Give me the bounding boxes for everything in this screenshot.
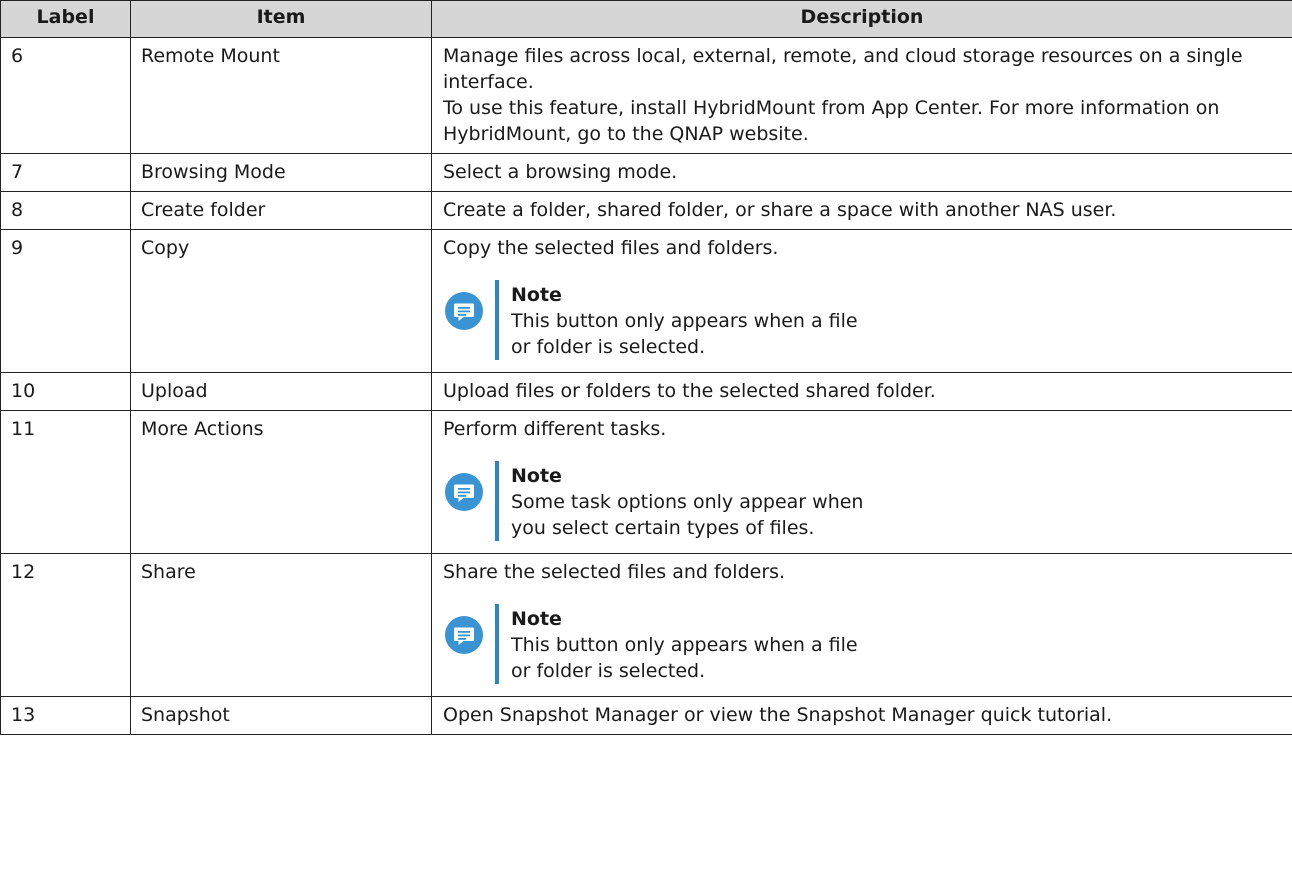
row-item: Upload (130, 372, 432, 411)
description-paragraph: Manage files across local, external, rem… (443, 45, 1243, 93)
note-accent-bar (495, 280, 499, 360)
note-text: This button only appears when a file or … (511, 310, 858, 358)
row-label: 11 (0, 410, 131, 554)
header-item: Item (130, 0, 432, 38)
note-body: Note Some task options only appear when y… (511, 461, 871, 541)
note-text: This button only appears when a file or … (511, 634, 858, 682)
table-header-row: Label Item Description (0, 0, 1292, 38)
row-item: Remote Mount (130, 37, 432, 154)
row-label: 9 (0, 229, 131, 373)
note-accent-bar (495, 604, 499, 684)
table-row: 8 Create folder Create a folder, shared fo… (0, 191, 1292, 230)
note-icon (445, 292, 483, 330)
row-description: Open Snapshot Manager or view the Snapsh… (431, 696, 1292, 735)
row-label: 7 (0, 153, 131, 192)
row-description: Perform different tasks. Note Some task o… (431, 410, 1292, 554)
table-row: 12 Share Share the selected files and fold… (0, 553, 1292, 697)
row-label: 6 (0, 37, 131, 154)
row-item: Create folder (130, 191, 432, 230)
note-icon (445, 473, 483, 511)
row-item: More Actions (130, 410, 432, 554)
feature-table: Label Item Description 6 Remote Mount Mana… (0, 0, 1292, 735)
description-paragraph: Perform different tasks. (443, 418, 667, 440)
note-callout: Note This button only appears when a file… (445, 604, 1282, 684)
description-paragraph: Create a folder, shared folder, or share… (443, 199, 1117, 221)
note-body: Note This button only appears when a file… (511, 280, 871, 360)
row-description: Upload files or folders to the selected … (431, 372, 1292, 411)
row-description: Select a browsing mode. (431, 153, 1292, 192)
note-accent-bar (495, 461, 499, 541)
note-callout: Note This button only appears when a file… (445, 280, 1282, 360)
row-description: Share the selected files and folders. No… (431, 553, 1292, 697)
header-description: Description (431, 0, 1292, 38)
row-description: Create a folder, shared folder, or share… (431, 191, 1292, 230)
row-description: Manage files across local, external, rem… (431, 37, 1292, 154)
table-row: 10 Upload Upload files or folders to the s… (0, 372, 1292, 411)
description-paragraph: Upload files or folders to the selected … (443, 380, 936, 402)
note-text: Some task options only appear when you s… (511, 491, 864, 539)
row-label: 10 (0, 372, 131, 411)
description-paragraph: To use this feature, install HybridMount… (443, 97, 1220, 145)
description-paragraph: Open Snapshot Manager or view the Snapsh… (443, 704, 1113, 726)
table-body: 6 Remote Mount Manage files across local, … (0, 37, 1292, 735)
table-row: 7 Browsing Mode Select a browsing mode. (0, 153, 1292, 192)
table-row: 6 Remote Mount Manage files across local, … (0, 37, 1292, 154)
table-row: 9 Copy Copy the selected files and folders… (0, 229, 1292, 373)
row-label: 13 (0, 696, 131, 735)
description-paragraph: Copy the selected files and folders. (443, 237, 779, 259)
description-paragraph: Share the selected files and folders. (443, 561, 786, 583)
note-title: Note (511, 465, 562, 487)
row-label: 8 (0, 191, 131, 230)
table-row: 11 More Actions Perform different tasks. N… (0, 410, 1292, 554)
description-paragraph: Select a browsing mode. (443, 161, 678, 183)
row-item: Copy (130, 229, 432, 373)
note-title: Note (511, 608, 562, 630)
row-description: Copy the selected files and folders. Not… (431, 229, 1292, 373)
table-row: 13 Snapshot Open Snapshot Manager or view … (0, 696, 1292, 735)
row-item: Share (130, 553, 432, 697)
note-callout: Note Some task options only appear when y… (445, 461, 1282, 541)
row-item: Browsing Mode (130, 153, 432, 192)
note-body: Note This button only appears when a file… (511, 604, 871, 684)
row-item: Snapshot (130, 696, 432, 735)
note-icon (445, 616, 483, 654)
note-title: Note (511, 284, 562, 306)
row-label: 12 (0, 553, 131, 697)
header-label: Label (0, 0, 131, 38)
